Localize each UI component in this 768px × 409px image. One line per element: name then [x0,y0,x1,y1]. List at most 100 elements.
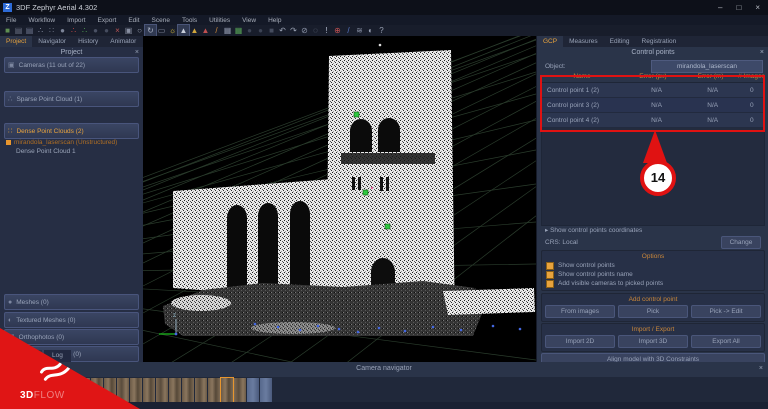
import-3d-button[interactable]: Import 3D [618,335,688,348]
viewport-3d[interactable]: z [0,28,537,409]
change-crs-button[interactable]: Change [721,236,761,249]
sphere-dark-icon[interactable]: ● [244,25,255,36]
mesh-icon[interactable]: ● [57,25,68,36]
menu-bar: File Workflow Import Export Edit Scene T… [0,15,768,25]
sphere-dark2-icon[interactable]: ● [255,25,266,36]
menu-export[interactable]: Export [92,17,123,24]
orbit-icon[interactable]: ○ [134,25,145,36]
lasso-icon[interactable]: ◌ [310,25,321,36]
brush-icon[interactable]: / [211,25,222,36]
menu-scene[interactable]: Scene [146,17,176,24]
menu-edit[interactable]: Edit [122,17,145,24]
cloud-icon[interactable]: ● [90,25,101,36]
cameras-button[interactable]: ▣ Cameras (11 out of 22) [4,57,139,73]
object-dropdown[interactable]: mirandola_laserscan [651,60,763,73]
triangle-red-icon[interactable]: ▲ [200,25,211,36]
open-project-icon[interactable]: ▤ [13,25,24,36]
sparse-point-cloud-button[interactable]: ∴ Sparse Point Cloud (1) [4,91,139,107]
control-point-marker[interactable] [362,189,369,196]
tab-history[interactable]: History [72,36,104,47]
reset-view-icon[interactable]: ↻ [144,24,157,37]
camera-thumbnail[interactable] [156,377,168,402]
panel-close-icon[interactable]: × [760,47,764,58]
cloud-dark-icon[interactable]: ● [101,25,112,36]
pick-icon[interactable]: ⊕ [332,25,343,36]
points-red-icon[interactable]: ∴ [68,25,79,36]
square-dark-icon[interactable]: ■ [266,25,277,36]
dense-cloud-icon: ∷ [8,128,13,135]
pick-button[interactable]: Pick [618,305,688,318]
tree-item-dense-cloud[interactable]: Dense Point Cloud 1 [16,148,117,155]
control-points-panel: GCP Measures Editing Registration Contro… [536,36,768,367]
mask-icon[interactable]: ◐ [365,25,376,36]
control-point-marker[interactable] [353,111,360,118]
triangle-tool-icon[interactable]: ▲ [177,24,190,37]
maximize-button[interactable]: □ [736,3,741,12]
tab-navigator[interactable]: Navigator [32,36,72,47]
control-point-marker[interactable] [384,223,391,230]
camera-thumbnail[interactable] [195,377,207,402]
wave-icon[interactable]: ≋ [354,25,365,36]
select-green-icon[interactable]: ▦ [233,25,244,36]
export-all-button[interactable]: Export All [691,335,761,348]
pick-edit-button[interactable]: Pick -> Edit [691,305,761,318]
camera-thumbnail[interactable] [234,377,246,402]
menu-workflow[interactable]: Workflow [22,17,61,24]
camera-thumbnail[interactable] [247,377,259,402]
points-green-icon[interactable]: ∴ [79,25,90,36]
camera-thumbnail[interactable] [260,377,272,402]
camera-thumbnail[interactable] [220,376,234,403]
tab-editing[interactable]: Editing [604,36,636,47]
camera-thumbnail[interactable] [130,377,142,402]
circle-slash-icon[interactable]: ⊘ [299,25,310,36]
meshes-button[interactable]: ● Meshes (0) [4,294,139,310]
menu-import[interactable]: Import [61,17,91,24]
exclaim-icon[interactable]: ! [321,25,332,36]
cut-icon[interactable]: × [112,25,123,36]
show-control-points-checkbox[interactable]: Show control points [542,261,764,270]
pen-blue-icon[interactable]: / [343,25,354,36]
dense-point-clouds-button[interactable]: ∷ Dense Point Clouds (2) [4,123,139,139]
triangle-yellow-icon[interactable]: ▲ [189,25,200,36]
help-icon[interactable]: ? [376,25,387,36]
camera-thumbnail[interactable] [169,377,181,402]
undo-icon[interactable]: ↶ [277,25,288,36]
add-visible-cameras-checkbox[interactable]: Add visible cameras to picked points [542,279,764,288]
bulb-icon[interactable]: ☼ [167,25,178,36]
close-button[interactable]: × [755,3,760,12]
menu-help[interactable]: Help [262,17,287,24]
tower-slit-4 [386,177,389,191]
menu-view[interactable]: View [236,17,262,24]
tab-registration[interactable]: Registration [636,36,683,47]
camera-navigator-close-icon[interactable]: × [759,365,763,372]
tree-item-laserscan[interactable]: mirandola_laserscan (Unstructured) [6,139,117,146]
import-2d-button[interactable]: Import 2D [545,335,615,348]
tab-animator[interactable]: Animator [104,36,142,47]
camera-icon[interactable]: ▣ [123,25,134,36]
tab-gcp[interactable]: GCP [537,36,564,47]
dense-points-icon[interactable]: ∷ [46,25,57,36]
from-images-button[interactable]: From images [545,305,615,318]
cameras-icon: ▣ [8,62,15,69]
minimize-button[interactable]: – [718,3,722,12]
crs-label: CRS: Local [545,239,578,246]
menu-tools[interactable]: Tools [176,17,203,24]
show-control-points-name-checkbox[interactable]: Show control points name [542,270,764,279]
tower-slit-2 [358,177,361,190]
camera-thumbnail[interactable] [208,377,220,402]
textured-meshes-button[interactable]: ◐ Textured Meshes (0) [4,312,139,328]
menu-file[interactable]: File [0,17,22,24]
menu-utilities[interactable]: Utilities [203,17,236,24]
select-grid-icon[interactable]: ▦ [222,25,233,36]
show-coordinates-toggle[interactable]: ▸ Show control points coordinates [545,226,642,234]
sparse-points-icon[interactable]: ∴ [35,25,46,36]
window-title: 3DF Zephyr Aerial 4.302 [16,3,98,12]
screen-icon[interactable]: ▭ [156,25,167,36]
new-project-icon[interactable]: ■ [2,25,13,36]
tab-project[interactable]: Project [0,36,33,47]
save-project-icon[interactable]: ▤ [24,25,35,36]
tab-measures[interactable]: Measures [563,36,604,47]
camera-thumbnail[interactable] [182,377,194,402]
redo-icon[interactable]: ↷ [288,25,299,36]
camera-thumbnail[interactable] [143,377,155,402]
